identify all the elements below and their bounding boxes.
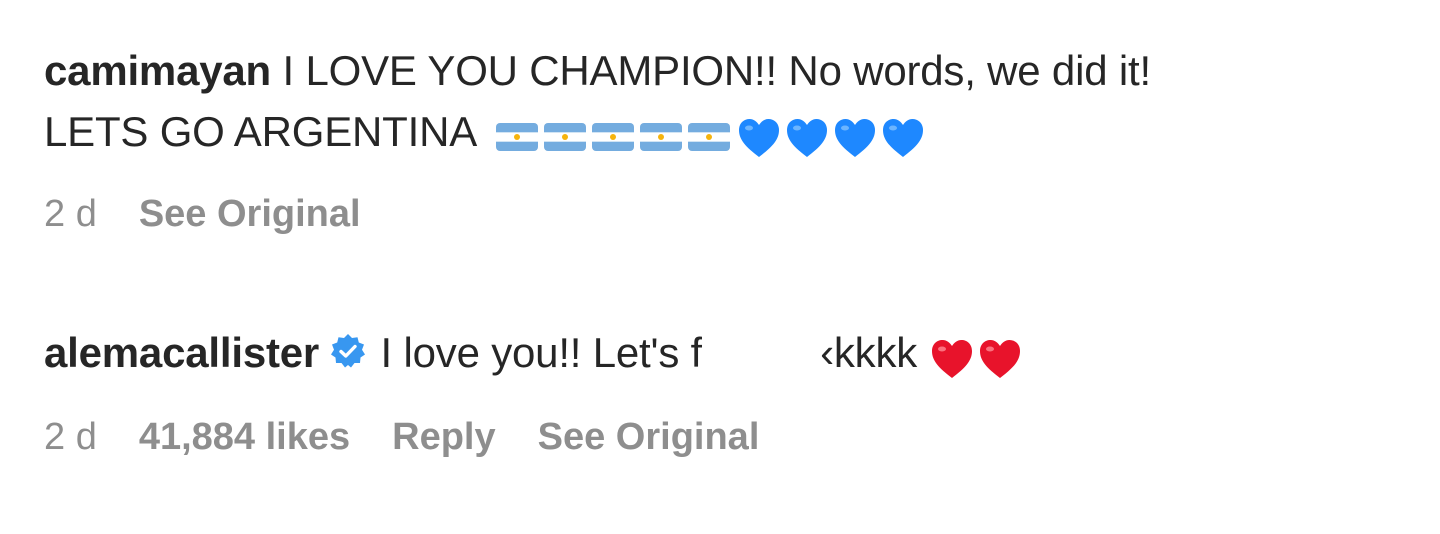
comment-meta: 2 d See Original xyxy=(44,191,1404,237)
flag-emoji-group xyxy=(496,103,736,164)
verified-badge-icon xyxy=(329,332,367,370)
redacted-region xyxy=(702,332,821,379)
likes-count-button[interactable]: 41,884 likes xyxy=(139,414,350,460)
flag-argentina-icon xyxy=(688,122,731,151)
flag-argentina-icon xyxy=(640,122,683,151)
blue-heart-icon xyxy=(736,116,782,160)
comment-text-line1: I LOVE YOU CHAMPION!! No words, we did i… xyxy=(282,47,1152,94)
flag-argentina-icon xyxy=(496,122,539,151)
comment-text-line2: LETS GO ARGENTINA xyxy=(44,108,475,155)
red-heart-group xyxy=(929,325,1025,386)
comment-timestamp[interactable]: 2 d xyxy=(44,191,97,237)
comment-text-after-redaction: ‹kkkk xyxy=(820,329,918,376)
comment-meta: 2 d 41,884 likes Reply See Original xyxy=(44,414,1404,460)
blue-heart-icon xyxy=(784,116,830,160)
comment-username[interactable]: camimayan xyxy=(44,47,271,94)
comment-body: camimayan I LOVE YOU CHAMPION!! No words… xyxy=(44,40,1404,165)
flag-argentina-icon xyxy=(592,122,635,151)
blue-heart-icon xyxy=(832,116,878,160)
red-heart-icon xyxy=(977,337,1023,381)
comment-text-before-redaction: I love you!! Let's f xyxy=(380,329,703,376)
blue-heart-icon xyxy=(880,116,926,160)
comment-item: camimayan I LOVE YOU CHAMPION!! No words… xyxy=(44,40,1404,237)
comment-timestamp[interactable]: 2 d xyxy=(44,414,97,460)
red-heart-icon xyxy=(929,337,975,381)
reply-button[interactable]: Reply xyxy=(392,414,495,460)
blue-heart-group xyxy=(736,104,928,165)
see-original-button[interactable]: See Original xyxy=(139,191,361,237)
see-original-button[interactable]: See Original xyxy=(538,414,760,460)
flag-argentina-icon xyxy=(544,122,587,151)
comment-item: alemacallister I love you!! Let's f ‹kkkk… xyxy=(44,322,1404,460)
comment-body: alemacallister I love you!! Let's f ‹kkkk xyxy=(44,322,1404,386)
comment-username[interactable]: alemacallister xyxy=(44,329,319,376)
